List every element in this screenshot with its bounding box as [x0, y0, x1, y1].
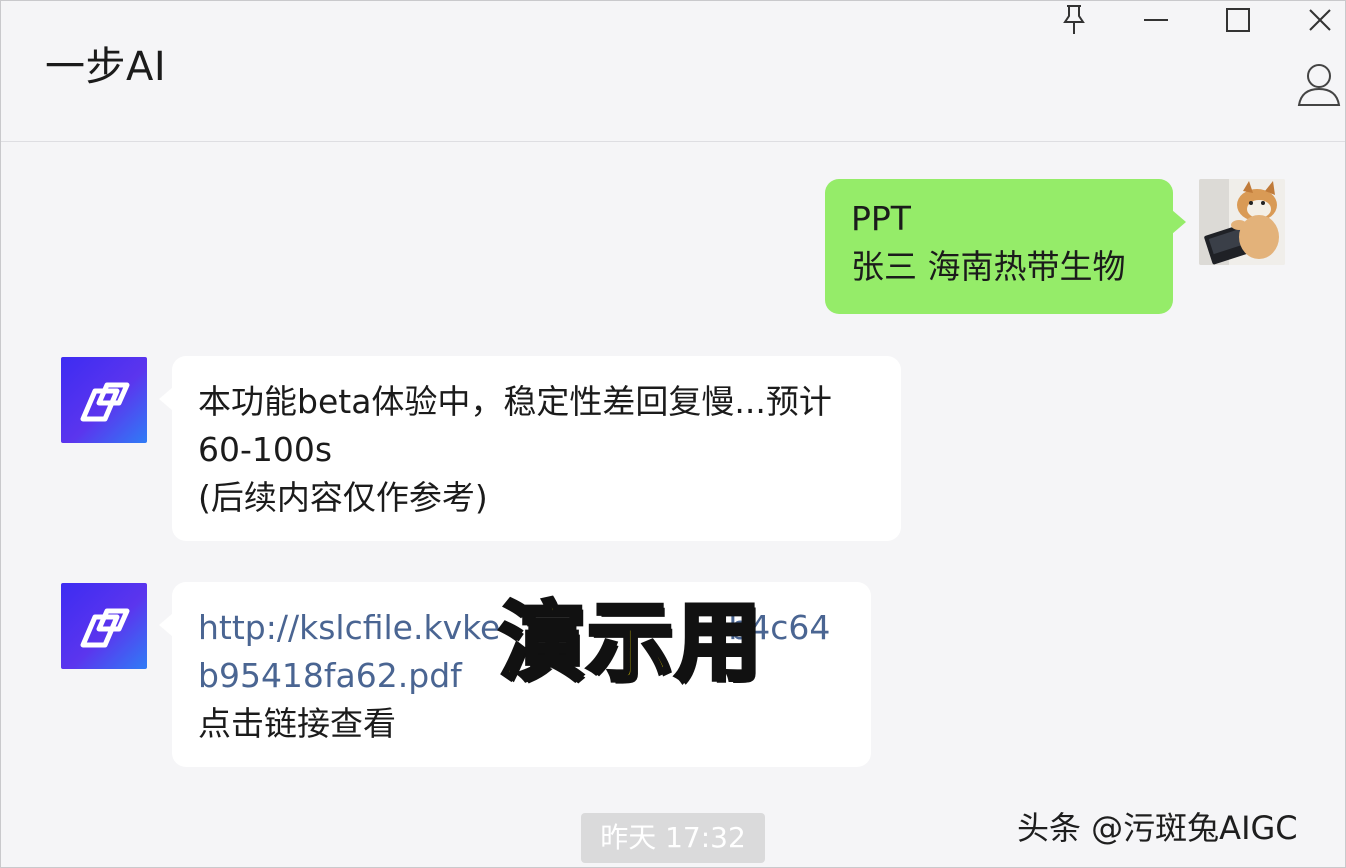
- pdf-link-part[interactable]: http://kslcfile.kvke: [198, 608, 500, 647]
- message-timestamp: 昨天 17:32: [581, 813, 765, 863]
- message-text: (后续内容仅作参考): [198, 478, 488, 517]
- maximize-icon[interactable]: [1221, 3, 1255, 37]
- chat-header: 一步AI: [1, 1, 1345, 142]
- minimize-icon[interactable]: [1139, 3, 1173, 37]
- bubble-tail: [159, 613, 173, 637]
- bubble-tail: [1172, 210, 1186, 234]
- chat-window: 一步AI PPT 张三 海南热带生物 本功能beta体验中，稳定性差回复慢...…: [0, 0, 1346, 868]
- person-icon[interactable]: [1295, 61, 1343, 109]
- message-text: 张三 海南热带生物: [851, 247, 1126, 286]
- bot-avatar[interactable]: [61, 583, 147, 669]
- demo-overlay-stamp: 演示用: [497, 593, 763, 693]
- close-icon[interactable]: [1303, 3, 1337, 37]
- link-hint: 点击链接查看: [198, 704, 396, 743]
- user-avatar[interactable]: [1199, 179, 1285, 265]
- message-text: 60-100s: [198, 430, 333, 469]
- user-message-bubble[interactable]: PPT 张三 海南热带生物: [825, 179, 1173, 314]
- bot-avatar[interactable]: [61, 357, 147, 443]
- bot-message-bubble[interactable]: 本功能beta体验中，稳定性差回复慢...预计 60-100s (后续内容仅作参…: [172, 356, 901, 541]
- message-text: PPT: [851, 199, 911, 238]
- bot-logo-icon: [80, 382, 130, 422]
- bubble-tail: [159, 387, 173, 411]
- chat-title: 一步AI: [45, 44, 167, 90]
- watermark: 头条 @污斑兔AIGC: [1017, 809, 1298, 847]
- bot-logo-icon: [80, 608, 130, 648]
- pin-icon[interactable]: [1057, 3, 1091, 37]
- message-text: 本功能beta体验中，稳定性差回复慢...预计: [198, 382, 832, 421]
